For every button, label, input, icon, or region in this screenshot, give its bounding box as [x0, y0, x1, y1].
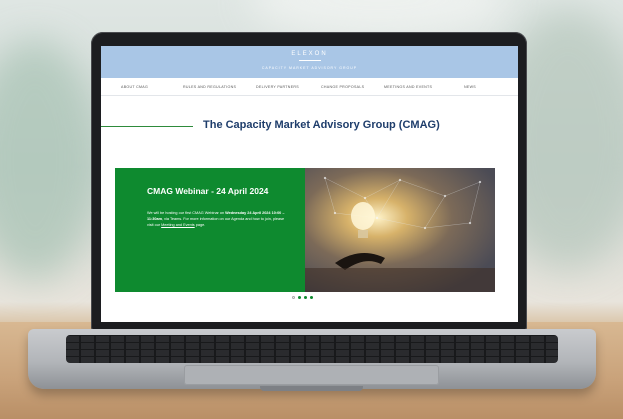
logo-divider: [299, 60, 321, 61]
site-logo[interactable]: ELEXON: [101, 51, 518, 57]
banner-body-end: page.: [194, 223, 206, 227]
laptop-notch: [260, 386, 363, 391]
carousel-dot-3[interactable]: [304, 296, 307, 299]
banner-text-panel: CMAG Webinar - 24 April 2024 We will be …: [115, 168, 305, 292]
carousel-dot-2[interactable]: [298, 296, 301, 299]
meetings-events-link[interactable]: Meeting and Events: [161, 223, 195, 227]
banner-body: We will be hosting our first CMAG Webina…: [147, 210, 287, 228]
hero-carousel[interactable]: CMAG Webinar - 24 April 2024 We will be …: [115, 168, 495, 292]
background-foliage-left: [0, 40, 100, 280]
site-tagline: CAPACITY MARKET ADVISORY GROUP: [261, 66, 358, 70]
nav-item-about-cmag[interactable]: ABOUT CMAG: [121, 85, 148, 89]
site-header: ELEXON CAPACITY MARKET ADVISORY GROUP: [101, 46, 518, 78]
banner-heading: CMAG Webinar - 24 April 2024: [147, 186, 269, 196]
carousel-dot-1[interactable]: [292, 296, 295, 299]
nav-item-change-proposals[interactable]: CHANGE PROPOSALS: [321, 85, 364, 89]
title-accent-line: [101, 126, 193, 127]
laptop-trackpad: [184, 365, 439, 385]
nav-item-delivery-partners[interactable]: DELIVERY PARTNERS: [256, 85, 299, 89]
nav-item-news[interactable]: NEWS: [464, 85, 476, 89]
lightbulb-image: [305, 168, 495, 292]
nav-item-meetings-and-events[interactable]: MEETINGS AND EVENTS: [384, 85, 432, 89]
laptop-keyboard: [66, 335, 558, 363]
banner-body-intro: We will be hosting our first CMAG Webina…: [147, 211, 226, 215]
carousel-indicators: [292, 296, 313, 299]
network-lightbulb-illustration: [305, 176, 495, 292]
carousel-dot-4[interactable]: [310, 296, 313, 299]
laptop-screen: ELEXON CAPACITY MARKET ADVISORY GROUP AB…: [101, 46, 518, 322]
page-title: The Capacity Market Advisory Group (CMAG…: [203, 119, 440, 131]
main-nav: ABOUT CMAG RULES AND REGULATIONS DELIVER…: [101, 78, 518, 96]
nav-item-rules-and-regulations[interactable]: RULES AND REGULATIONS: [183, 85, 236, 89]
